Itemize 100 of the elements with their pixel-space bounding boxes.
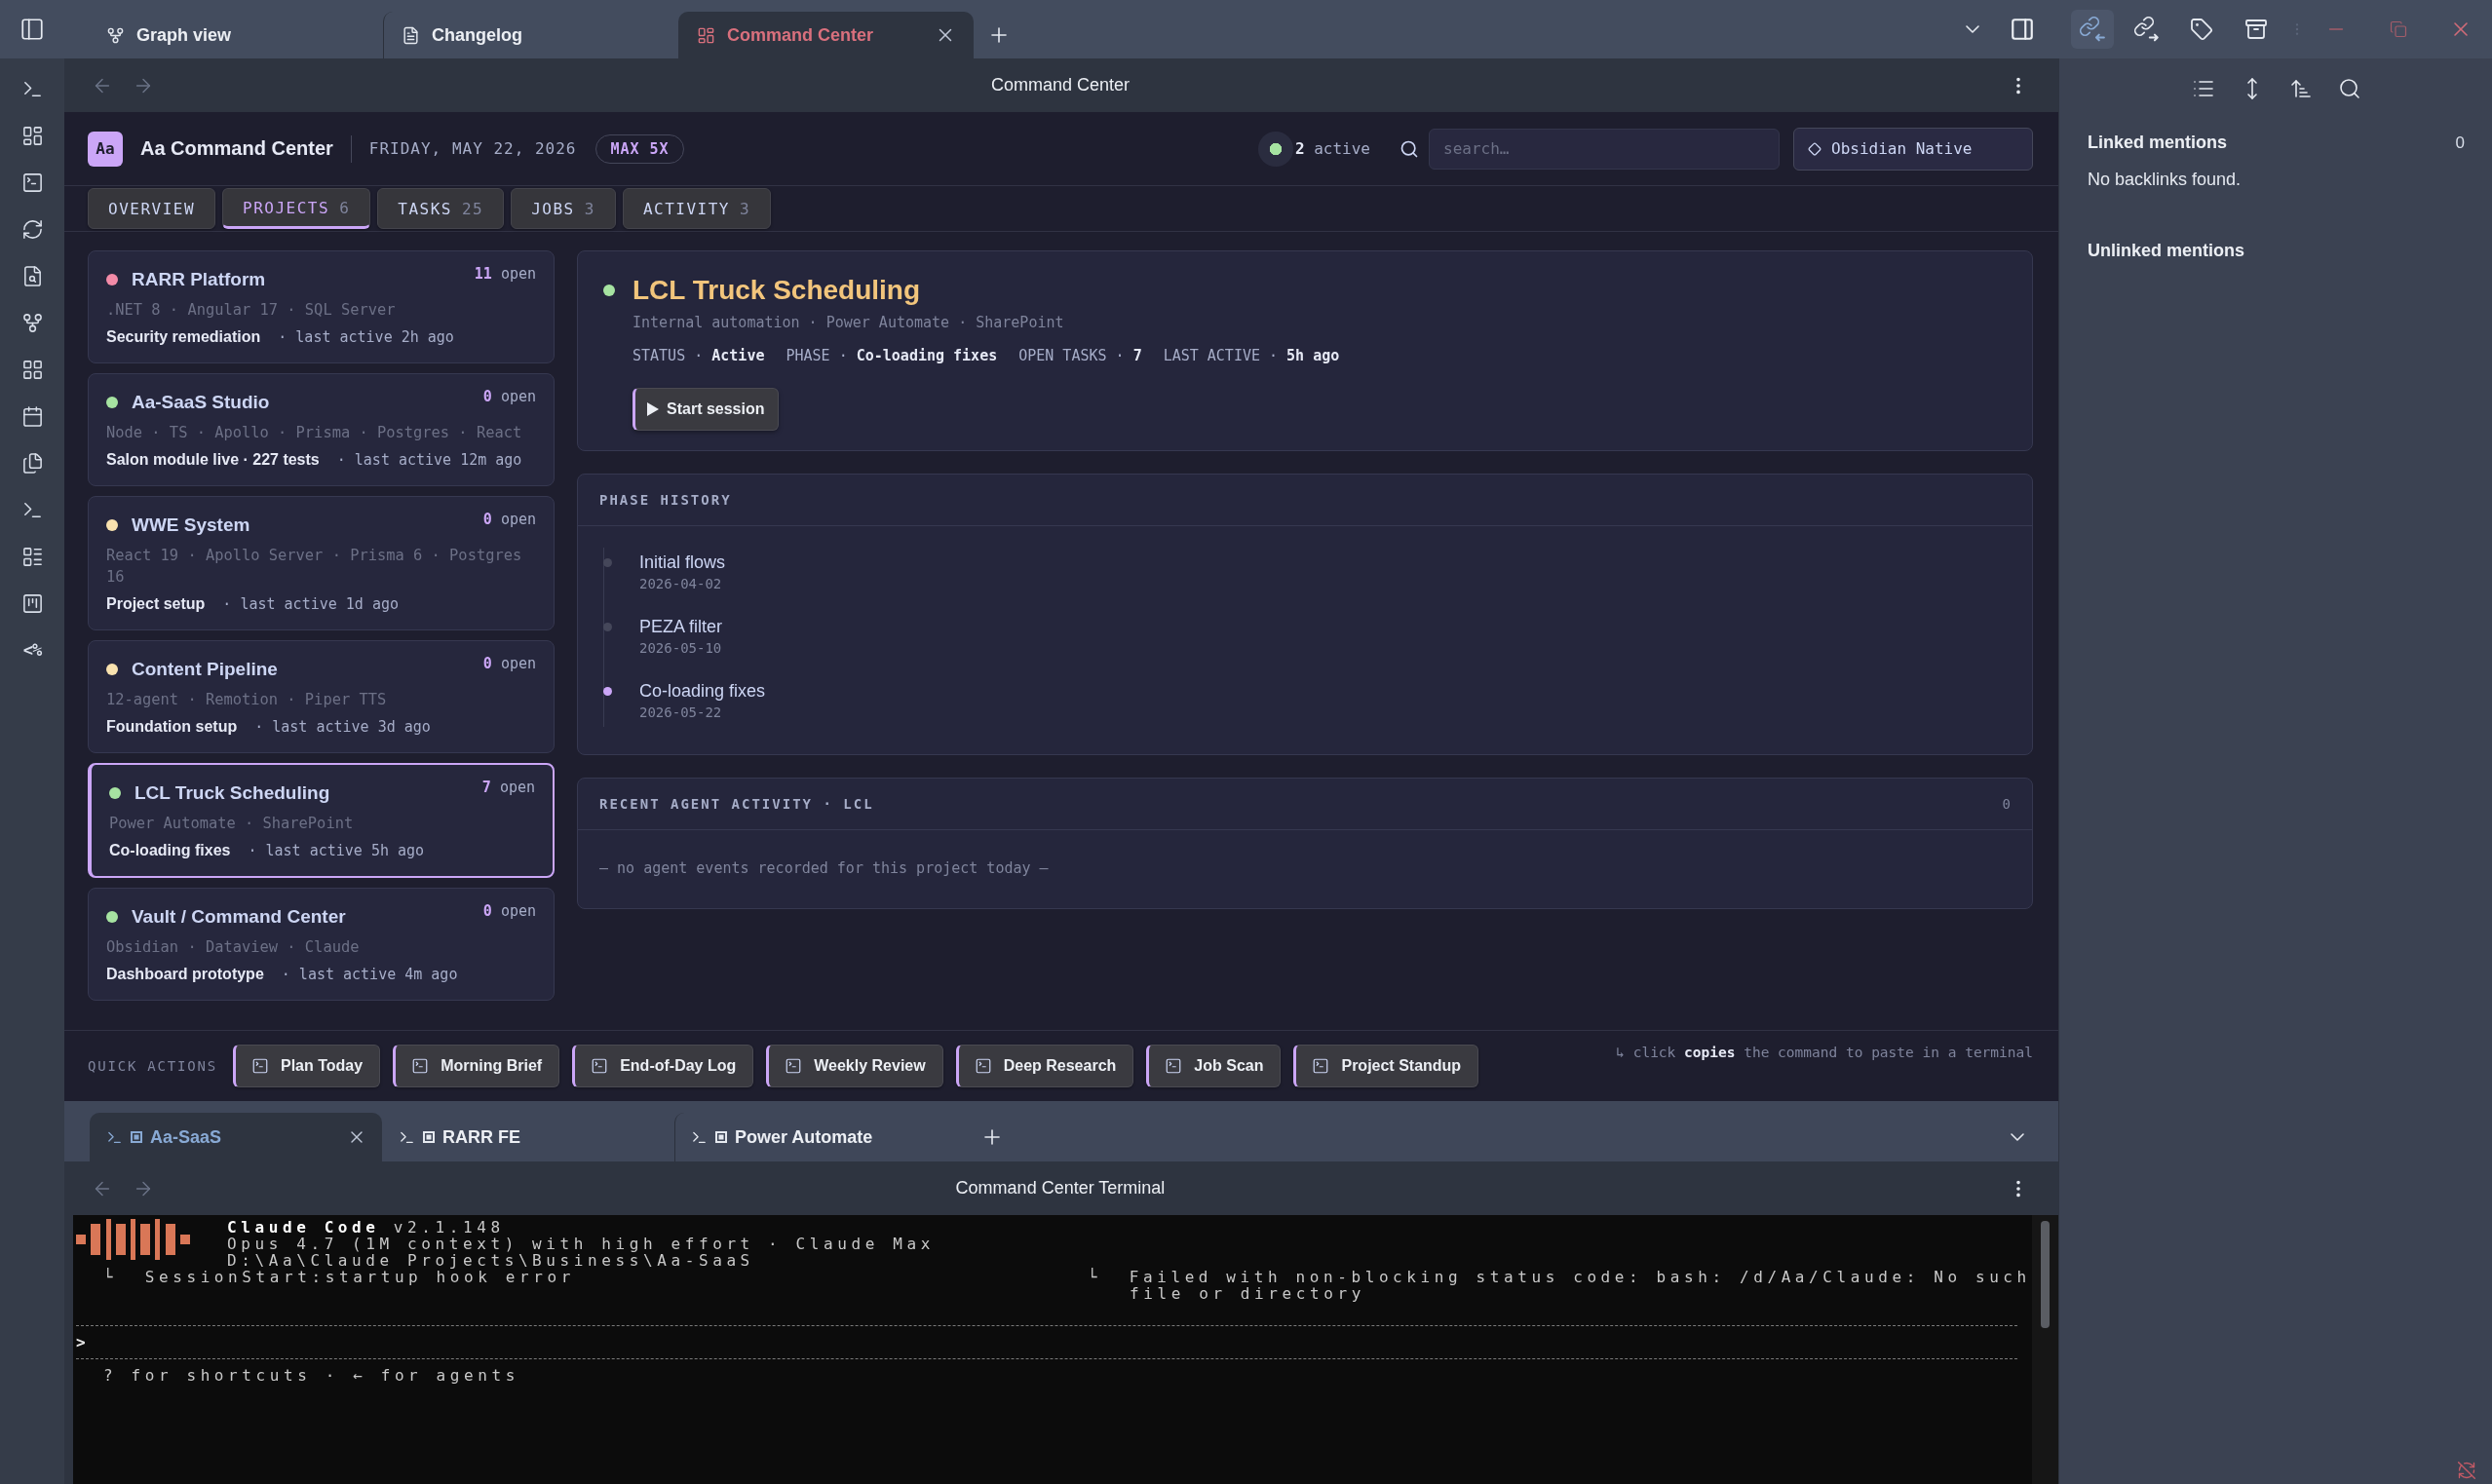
mention-count: 0: [2455, 133, 2465, 153]
terminal-square-icon: [974, 1057, 992, 1075]
last-active: · last active 3d ago: [254, 718, 431, 736]
project-name: Content Pipeline: [132, 659, 278, 680]
terminal-error-line: └ Failed with non-blocking status code: bash: /d/Aa/Claude: No such file or directory: [1088, 1269, 2032, 1302]
open-count: 0 open: [482, 902, 536, 920]
square-icon: [423, 1131, 435, 1143]
project-phase: Salon module live · 227 tests: [106, 451, 320, 469]
section-title: PHASE HISTORY: [599, 492, 732, 508]
project-name: LCL Truck Scheduling: [134, 782, 330, 804]
list-layout-icon[interactable]: [20, 545, 44, 568]
terminal-tab[interactable]: Aa-SaaS: [90, 1113, 382, 1161]
tag-icon[interactable]: [2190, 18, 2213, 41]
status-dot-icon: [1257, 131, 1293, 167]
section-title[interactable]: Unlinked mentions: [2088, 241, 2244, 261]
sidebar-toggle-icon[interactable]: [2010, 17, 2035, 42]
dashboard-tab[interactable]: OVERVIEW: [88, 188, 216, 229]
terminal-square-icon: [1312, 1057, 1330, 1075]
dashboard-tab[interactable]: ACTIVITY 3: [622, 188, 772, 229]
empty-message: — no agent events recorded for this project today —: [598, 858, 1050, 879]
mode-button[interactable]: Obsidian Native: [1793, 127, 2033, 171]
start-session-button[interactable]: Start session: [633, 388, 780, 431]
terminal-prompt[interactable]: >: [76, 1334, 96, 1351]
search-icon[interactable]: [2337, 77, 2361, 100]
project-stack: .NET 8 · Angular 17 · SQL Server: [106, 300, 397, 321]
project-phase: Foundation setup: [106, 718, 238, 736]
project-subtitle: Internal automation · Power Automate · SharePoint: [633, 313, 1064, 333]
last-active: · last active 5h ago: [248, 842, 425, 859]
diamond-icon: [1808, 141, 1821, 156]
sort-ascending-icon[interactable]: [2288, 77, 2313, 100]
open-count: 0 open: [482, 655, 536, 672]
quick-action-button[interactable]: Morning Brief: [393, 1045, 560, 1087]
phase-name: Initial flows: [639, 552, 726, 573]
document-icon: [402, 25, 420, 45]
link-out-icon[interactable]: [2134, 17, 2160, 42]
phase-name: Co-loading fixes: [639, 680, 766, 702]
terminal-square-icon: [1165, 1057, 1183, 1075]
section-title: RECENT AGENT ACTIVITY · LCL: [599, 796, 874, 812]
phase-date: 2026-04-02: [639, 575, 723, 593]
template-button[interactable]: <%: [22, 640, 42, 660]
dashboard-title: Aa Command Center: [140, 137, 333, 160]
activity-count: 0: [2002, 796, 2011, 812]
phase-name: PEZA filter: [639, 616, 723, 637]
sidebar-toggle-icon[interactable]: [19, 17, 45, 42]
fork-icon[interactable]: [20, 311, 44, 334]
project-phase: Dashboard prototype: [106, 966, 264, 983]
project-card[interactable]: Aa-SaaS Studio 0 open Node · TS · Apollo · Prisma · Postgres · React Salon module live · 227 tests · last active 12m ago: [88, 373, 555, 486]
search-field[interactable]: search…: [1429, 128, 1780, 170]
project-stack: React 19 · Apollo Server · Prisma 6 · Postgres 16: [106, 546, 523, 588]
dashboard-icon[interactable]: [20, 124, 44, 147]
link-in-icon[interactable]: [2080, 17, 2105, 42]
kanban-icon[interactable]: [20, 591, 44, 615]
copy-hint: ↳ click copies the command to paste in a terminal: [1616, 1045, 2033, 1060]
meta-item: LAST ACTIVE · 5h ago: [1163, 347, 1340, 364]
scrollbar[interactable]: [2041, 1221, 2050, 1328]
quick-action-button[interactable]: Job Scan: [1146, 1045, 1282, 1087]
pixel-logo-icon: [76, 1219, 190, 1260]
project-card[interactable]: LCL Truck Scheduling 7 open Power Automate · SharePoint Co-loading fixes · last active 5h ago: [88, 763, 555, 878]
window-tab[interactable]: Graph view: [88, 12, 383, 58]
dashboard-tab[interactable]: PROJECTS 6: [222, 188, 371, 229]
terminal-tab[interactable]: RARR FE: [382, 1113, 674, 1161]
meta-item: STATUS · Active: [633, 347, 765, 364]
last-active: · last active 4m ago: [281, 966, 458, 983]
dashboard-tab[interactable]: JOBS 3: [511, 188, 616, 229]
quick-action-button[interactable]: End-of-Day Log: [572, 1045, 754, 1087]
project-stack: Power Automate · SharePoint: [109, 814, 355, 834]
dashboard-tab[interactable]: TASKS 25: [377, 188, 505, 229]
view-title: Command Center Terminal: [955, 1178, 1166, 1199]
quick-action-button[interactable]: Deep Research: [955, 1045, 1134, 1087]
project-name: Vault / Command Center: [132, 906, 346, 928]
quick-action-button[interactable]: Weekly Review: [766, 1045, 943, 1087]
last-active: · last active 1d ago: [222, 595, 399, 613]
phase-date: 2026-05-10: [639, 639, 723, 658]
quick-action-button[interactable]: Project Standup: [1293, 1045, 1479, 1087]
app-badge: Aa: [88, 131, 123, 167]
project-name: WWE System: [132, 514, 250, 536]
active-count: 2 active: [1294, 139, 1370, 158]
status-dot-icon: [603, 285, 615, 296]
project-card[interactable]: Content Pipeline 0 open 12-agent · Remotion · Piper TTS Foundation setup · last active 3d ago: [88, 640, 555, 753]
project-card[interactable]: Vault / Command Center 0 open Obsidian · Dataview · Claude Dashboard prototype · last active 4m ago: [88, 888, 555, 1001]
project-name: RARR Platform: [132, 269, 266, 290]
refresh-icon[interactable]: [20, 217, 44, 241]
archive-icon[interactable]: [2244, 18, 2268, 41]
terminal-screen[interactable]: [73, 1215, 2032, 1484]
meta-item: OPEN TASKS · 7: [1018, 347, 1142, 364]
project-card[interactable]: WWE System 0 open React 19 · Apollo Server · Prisma 6 · Postgres 16 Project setup · last active 1d ago: [88, 496, 555, 630]
window-tab[interactable]: Command Center: [678, 12, 974, 58]
terminal-square-icon: [411, 1057, 430, 1075]
terminal-square-icon[interactable]: [20, 171, 44, 194]
meta-item: PHASE · Co-loading fixes: [786, 347, 998, 364]
project-card[interactable]: RARR Platform 11 open .NET 8 · Angular 17 · SQL Server Security remediation · last active 2h ago: [88, 250, 555, 363]
quick-action-button[interactable]: Plan Today: [233, 1045, 381, 1087]
section-title[interactable]: Linked mentions: [2088, 133, 2227, 153]
last-active: · last active 2h ago: [278, 328, 454, 346]
calendar-icon[interactable]: [20, 404, 44, 428]
project-name: Aa-SaaS Studio: [132, 392, 270, 413]
sidebar-tab[interactable]: [2071, 10, 2114, 49]
grid-icon[interactable]: [20, 358, 44, 381]
files-icon[interactable]: [20, 451, 44, 475]
terminal-title: Claude Code v2.1.148: [227, 1219, 505, 1236]
